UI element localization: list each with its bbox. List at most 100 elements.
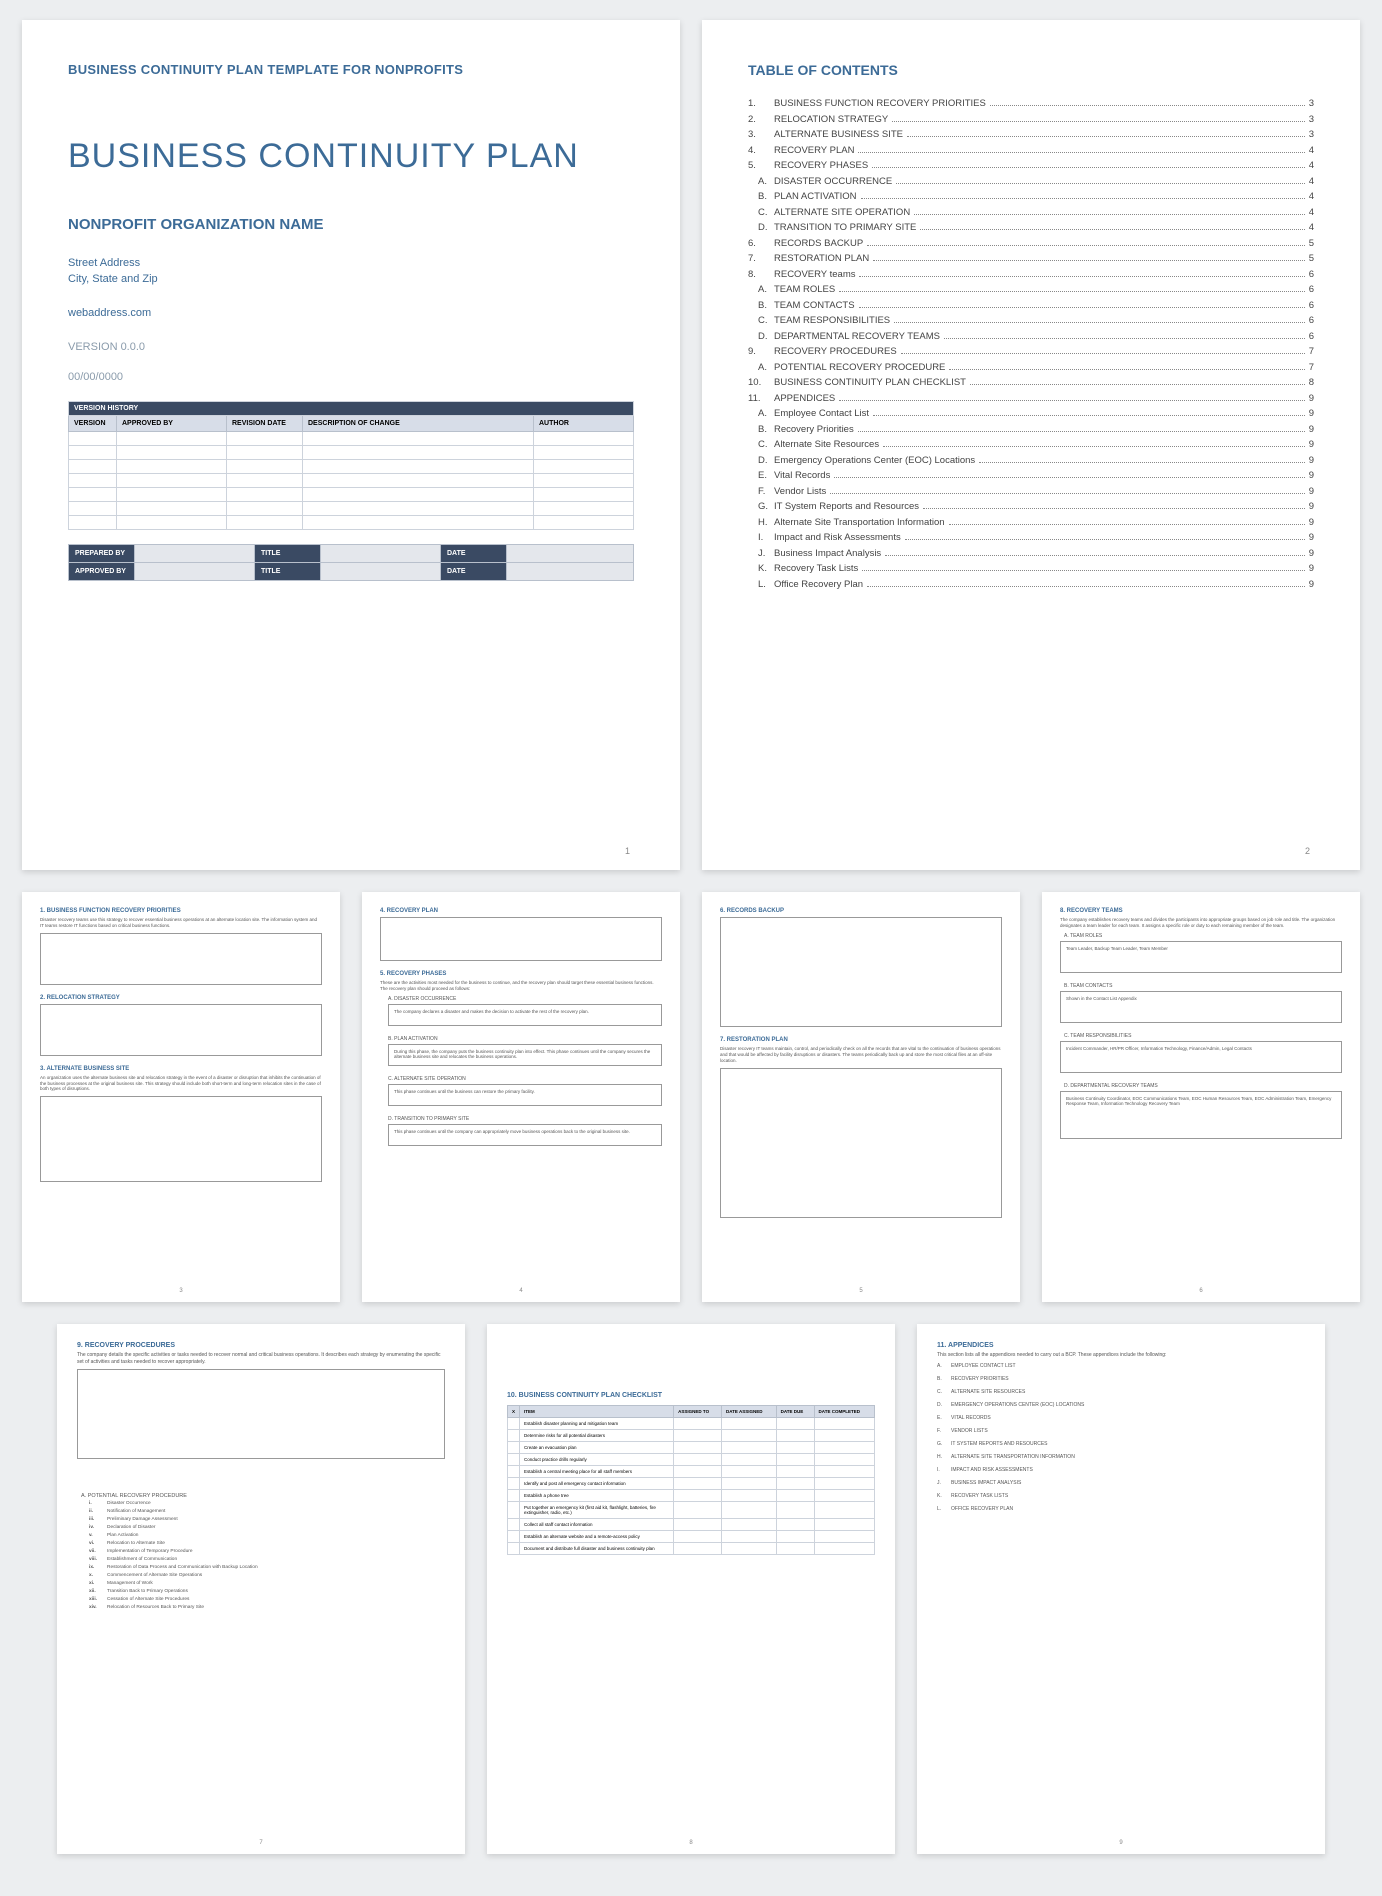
cover-addr2: City, State and Zip [68, 273, 634, 285]
appendix-item: A.EMPLOYEE CONTACT LIST [937, 1363, 1305, 1369]
input-box [720, 1068, 1002, 1218]
recovery-step: xi.Management of Work [89, 1581, 445, 1586]
appendix-item: F.VENDOR LISTS [937, 1428, 1305, 1434]
input-box [40, 933, 322, 985]
appendix-item: E.VITAL RECORDS [937, 1415, 1305, 1421]
recovery-step: x.Commencement of Alternate Site Operati… [89, 1573, 445, 1578]
toc-item: L.Office Recovery Plan9 [748, 579, 1314, 590]
recovery-step: viii.Establishment of Communication [89, 1557, 445, 1562]
appendix-item: D.EMERGENCY OPERATIONS CENTER (EOC) LOCA… [937, 1402, 1305, 1408]
toc-list: 1.BUSINESS FUNCTION RECOVERY PRIORITIES3… [748, 98, 1314, 590]
page-7: 9. RECOVERY PROCEDURES The company detai… [57, 1324, 465, 1854]
toc-item: 7.RESTORATION PLAN5 [748, 253, 1314, 264]
page-number: 2 [1305, 846, 1310, 856]
page-8: 10. BUSINESS CONTINUITY PLAN CHECKLIST X… [487, 1324, 895, 1854]
recovery-step: vi.Relocation to Alternate Site [89, 1541, 445, 1546]
appendix-item: H.ALTERNATE SITE TRANSPORTATION INFORMAT… [937, 1454, 1305, 1460]
appendix-item: I.IMPACT AND RISK ASSESSMENTS [937, 1467, 1305, 1473]
cover-addr1: Street Address [68, 257, 634, 269]
checklist-row: Put together an emergency kit (first aid… [508, 1502, 875, 1519]
cover-title: BUSINESS CONTINUITY PLAN [68, 137, 634, 176]
toc-item: H.Alternate Site Transportation Informat… [748, 517, 1314, 528]
toc-item: 8.RECOVERY teams6 [748, 269, 1314, 280]
toc-item: 5.RECOVERY PHASES4 [748, 160, 1314, 171]
vh-title: VERSION HISTORY [69, 402, 634, 416]
checklist-row: Determine risks for all potential disast… [508, 1430, 875, 1442]
recovery-step: iii.Preliminary Damage Assessment [89, 1517, 445, 1522]
toc-item: A.Employee Contact List9 [748, 408, 1314, 419]
checklist-row: Establish an alternate website and a rem… [508, 1531, 875, 1543]
recovery-step: xiii.Cessation of Alternate Site Procedu… [89, 1597, 445, 1602]
page-6: 8. RECOVERY TEAMS The company establishe… [1042, 892, 1360, 1302]
toc-item: D.TRANSITION TO PRIMARY SITE4 [748, 222, 1314, 233]
checklist-row: Conduct practice drills regularly [508, 1454, 875, 1466]
recovery-step: xiv.Relocation of Resources Back to Prim… [89, 1605, 445, 1610]
recovery-step: i.Disaster Occurrence [89, 1501, 445, 1506]
toc-item: B.Recovery Priorities9 [748, 424, 1314, 435]
page-number: 1 [625, 846, 630, 856]
toc-item: 3.ALTERNATE BUSINESS SITE3 [748, 129, 1314, 140]
checklist-row: Identify and post all emergency contact … [508, 1478, 875, 1490]
cover-web: webaddress.com [68, 307, 634, 319]
page-1-cover: BUSINESS CONTINUITY PLAN TEMPLATE FOR NO… [22, 20, 680, 870]
checklist-row: Create an evacuation plan [508, 1442, 875, 1454]
toc-item: E.Vital Records9 [748, 470, 1314, 481]
toc-item: D.DEPARTMENTAL RECOVERY TEAMS6 [748, 331, 1314, 342]
checklist-row: Establish a central meeting place for al… [508, 1466, 875, 1478]
toc-item: B.TEAM CONTACTS6 [748, 300, 1314, 311]
toc-item: A.POTENTIAL RECOVERY PROCEDURE7 [748, 362, 1314, 373]
appendix-item: G.IT SYSTEM REPORTS AND RESOURCES [937, 1441, 1305, 1447]
toc-item: A.TEAM ROLES6 [748, 284, 1314, 295]
appendix-item: L.OFFICE RECOVERY PLAN [937, 1506, 1305, 1512]
version-history-table: VERSION HISTORY VERSION APPROVED BY REVI… [68, 401, 634, 530]
appendix-item: J.BUSINESS IMPACT ANALYSIS [937, 1480, 1305, 1486]
page-4: 4. RECOVERY PLAN 5. RECOVERY PHASES Thes… [362, 892, 680, 1302]
cover-pretitle: BUSINESS CONTINUITY PLAN TEMPLATE FOR NO… [68, 62, 634, 77]
recovery-step: iv.Declaration of Disaster [89, 1525, 445, 1530]
recovery-step: ix.Restoration of Data Process and Commu… [89, 1565, 445, 1570]
toc-item: 6.RECORDS BACKUP5 [748, 238, 1314, 249]
toc-item: A.DISASTER OCCURRENCE4 [748, 176, 1314, 187]
page-5: 6. RECORDS BACKUP 7. RESTORATION PLAN Di… [702, 892, 1020, 1302]
checklist-table: XITEMASSIGNED TODATE ASSIGNEDDATE DUEDAT… [507, 1405, 875, 1555]
toc-title: TABLE OF CONTENTS [748, 62, 1314, 78]
toc-item: G.IT System Reports and Resources9 [748, 501, 1314, 512]
appendices-list: A.EMPLOYEE CONTACT LIST B.RECOVERY PRIORI… [937, 1363, 1305, 1512]
cover-version: VERSION 0.0.0 [68, 341, 634, 353]
signoff-table: PREPARED BY TITLE DATE APPROVED BY TITLE… [68, 544, 634, 581]
toc-item: J.Business Impact Analysis9 [748, 548, 1314, 559]
checklist-row: Document and distribute full disaster an… [508, 1543, 875, 1555]
toc-item: D.Emergency Operations Center (EOC) Loca… [748, 455, 1314, 466]
toc-item: 2.RELOCATION STRATEGY3 [748, 114, 1314, 125]
input-box [40, 1096, 322, 1182]
toc-item: C.ALTERNATE SITE OPERATION4 [748, 207, 1314, 218]
toc-item: B.PLAN ACTIVATION4 [748, 191, 1314, 202]
page-2-toc: TABLE OF CONTENTS 1.BUSINESS FUNCTION RE… [702, 20, 1360, 870]
input-box [77, 1369, 445, 1459]
input-box [380, 917, 662, 961]
recovery-step: xii.Transition Back to Primary Operation… [89, 1589, 445, 1594]
toc-item: 1.BUSINESS FUNCTION RECOVERY PRIORITIES3 [748, 98, 1314, 109]
recovery-step: ii.Notification of Management [89, 1509, 445, 1514]
appendix-item: K.RECOVERY TASK LISTS [937, 1493, 1305, 1499]
cover-org: NONPROFIT ORGANIZATION NAME [68, 216, 634, 233]
toc-item: 9.RECOVERY PROCEDURES7 [748, 346, 1314, 357]
toc-item: K.Recovery Task Lists9 [748, 563, 1314, 574]
recovery-step: v.Plan Activation [89, 1533, 445, 1538]
toc-item: C.TEAM RESPONSIBILITIES6 [748, 315, 1314, 326]
page-9: 11. APPENDICES This section lists all th… [917, 1324, 1325, 1854]
toc-item: I.Impact and Risk Assessments9 [748, 532, 1314, 543]
input-box [40, 1004, 322, 1056]
page-3: 1. BUSINESS FUNCTION RECOVERY PRIORITIES… [22, 892, 340, 1302]
appendix-item: B.RECOVERY PRIORITIES [937, 1376, 1305, 1382]
checklist-row: Collect all staff contact information [508, 1519, 875, 1531]
toc-item: 11.APPENDICES9 [748, 393, 1314, 404]
toc-item: F.Vendor Lists9 [748, 486, 1314, 497]
input-box [720, 917, 1002, 1027]
recovery-steps-list: i.Disaster Occurrence ii.Notification of … [89, 1501, 445, 1610]
appendix-item: C.ALTERNATE SITE RESOURCES [937, 1389, 1305, 1395]
checklist-row: Establish a phone tree [508, 1490, 875, 1502]
cover-date: 00/00/0000 [68, 371, 634, 383]
toc-item: 10.BUSINESS CONTINUITY PLAN CHECKLIST8 [748, 377, 1314, 388]
toc-item: C.Alternate Site Resources9 [748, 439, 1314, 450]
